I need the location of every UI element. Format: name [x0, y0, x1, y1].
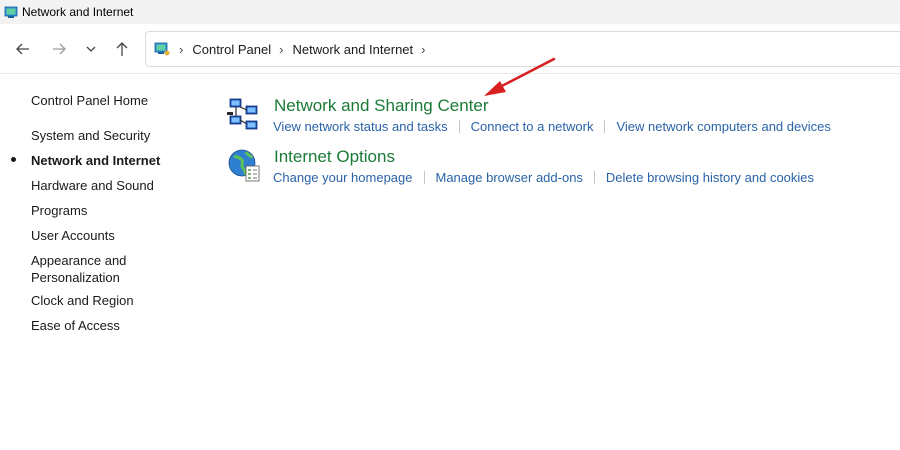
network-sharing-icon[interactable]: [226, 96, 262, 132]
control-panel-app-icon: [4, 6, 18, 18]
link-divider: [423, 171, 425, 184]
change-homepage-link[interactable]: Change your homepage: [273, 170, 413, 185]
sidebar-item-control-panel-home[interactable]: Control Panel Home: [31, 92, 148, 109]
sidebar-item-programs[interactable]: Programs: [31, 202, 87, 219]
manage-add-ons-link[interactable]: Manage browser add-ons: [436, 170, 583, 185]
title-bar: Network and Internet: [0, 0, 900, 24]
breadcrumb-chevron-icon[interactable]: ›: [279, 42, 283, 57]
breadcrumb-control-panel[interactable]: Control Panel: [192, 42, 271, 57]
view-network-status-link[interactable]: View network status and tasks: [273, 119, 448, 134]
sidebar-item-network-and-internet[interactable]: Network and Internet: [31, 152, 160, 169]
internet-options-link[interactable]: Internet Options: [274, 147, 395, 167]
link-divider: [604, 120, 606, 133]
navigation-bar: › Control Panel › Network and Internet ›: [0, 24, 900, 74]
breadcrumb-network-and-internet[interactable]: Network and Internet: [292, 42, 413, 57]
network-and-sharing-center-link[interactable]: Network and Sharing Center: [274, 96, 489, 116]
control-panel-location-icon: [154, 42, 170, 56]
delete-browsing-history-link[interactable]: Delete browsing history and cookies: [606, 170, 814, 185]
internet-options-icon[interactable]: [226, 147, 262, 183]
arrow-up-icon: [116, 42, 128, 56]
internet-options-links: Change your homepage Manage browser add-…: [273, 170, 814, 185]
breadcrumb-chevron-icon[interactable]: ›: [179, 42, 183, 57]
breadcrumb-chevron-icon[interactable]: ›: [421, 42, 425, 57]
connect-to-network-link[interactable]: Connect to a network: [471, 119, 594, 134]
sidebar-item-ease-of-access[interactable]: Ease of Access: [31, 317, 120, 334]
link-divider: [593, 171, 595, 184]
sidebar-item-system-and-security[interactable]: System and Security: [31, 127, 150, 144]
sidebar-item-hardware-and-sound[interactable]: Hardware and Sound: [31, 177, 154, 194]
arrow-left-icon: [16, 43, 29, 55]
view-network-computers-link[interactable]: View network computers and devices: [616, 119, 830, 134]
window-title: Network and Internet: [22, 5, 134, 19]
up-button[interactable]: [110, 37, 134, 61]
sidebar-item-user-accounts[interactable]: User Accounts: [31, 227, 115, 244]
recent-locations-button[interactable]: [79, 37, 103, 61]
chevron-down-icon: [86, 46, 96, 52]
arrow-right-icon: [53, 43, 66, 55]
active-item-bullet: [11, 157, 16, 162]
network-tasks-links: View network status and tasks Connect to…: [273, 119, 831, 134]
sidebar-item-clock-and-region[interactable]: Clock and Region: [31, 292, 134, 309]
forward-button[interactable]: [47, 37, 71, 61]
annotation-arrow-icon: [484, 57, 556, 96]
sidebar-item-appearance-and-personalization[interactable]: Appearance and Personalization: [31, 252, 141, 286]
link-divider: [458, 120, 460, 133]
back-button[interactable]: [11, 37, 35, 61]
